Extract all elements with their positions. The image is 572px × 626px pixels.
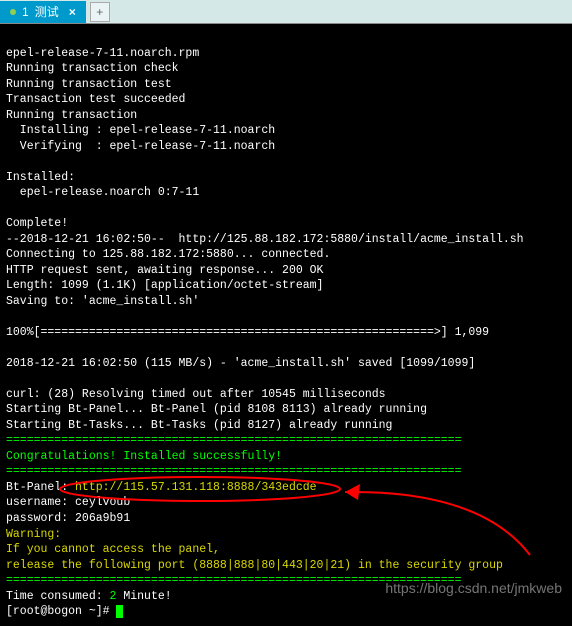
line: epel-release.noarch 0:7-11 [6,186,199,199]
line: Running transaction test [6,78,172,91]
prompt-line: [root@bogon ~]# [6,605,123,618]
password-line: password: 206a9b91 [6,512,130,525]
shell-prompt: [root@bogon ~]# [6,605,116,618]
tab-index: 1 [22,5,29,19]
line: Verifying : epel-release-7-11.noarch [6,140,275,153]
line: epel-release-7-11.noarch.rpm [6,47,199,60]
line: --2018-12-21 16:02:50-- http://125.88.18… [6,233,524,246]
line: HTTP request sent, awaiting response... … [6,264,323,277]
time-line: Time consumed: 2 Minute! [6,590,172,603]
username-value: ceylvoub [75,496,130,509]
line: Connecting to 125.88.182.172:5880... con… [6,248,330,261]
cursor-icon [116,605,123,618]
time-unit: Minute! [116,590,171,603]
tab-title: 测试 [35,3,59,20]
panel-line: Bt-Panel: http://115.57.131.118:8888/343… [6,481,317,494]
watermark: https://blog.csdn.net/jmkweb [385,580,562,596]
line: Running transaction [6,109,137,122]
separator: ========================================… [6,434,461,447]
line: Starting Bt-Panel... Bt-Panel (pid 8108 … [6,403,427,416]
time-label: Time consumed: [6,590,110,603]
congrats-line: Congratulations! Installed successfully! [6,450,282,463]
terminal-output[interactable]: epel-release-7-11.noarch.rpm Running tra… [0,24,572,626]
warning-line: release the following port (8888|888|80|… [6,559,503,572]
line: Installed: [6,171,75,184]
line: 100%[===================================… [6,326,489,339]
status-dot-icon [10,9,16,15]
warning-label: Warning: [6,528,61,541]
line: Installing : epel-release-7-11.noarch [6,124,275,137]
plus-icon: + [96,5,103,19]
line: curl: (28) Resolving timed out after 105… [6,388,386,401]
line: Complete! [6,217,68,230]
panel-label: Bt-Panel: [6,481,75,494]
close-icon[interactable]: × [69,5,76,19]
line: Starting Bt-Tasks... Bt-Tasks (pid 8127)… [6,419,392,432]
line: Running transaction check [6,62,179,75]
panel-url: http://115.57.131.118:8888/343edcde [75,481,317,494]
line: Length: 1099 (1.1K) [application/octet-s… [6,279,323,292]
password-label: password: [6,512,75,525]
password-value: 206a9b91 [75,512,130,525]
warning-line: If you cannot access the panel, [6,543,220,556]
line: 2018-12-21 16:02:50 (115 MB/s) - 'acme_i… [6,357,475,370]
new-tab-button[interactable]: + [90,2,110,22]
tab-bar: 1 测试 × + [0,0,572,24]
separator: ========================================… [6,465,461,478]
line: Transaction test succeeded [6,93,185,106]
username-label: username: [6,496,75,509]
username-line: username: ceylvoub [6,496,130,509]
tab-active[interactable]: 1 测试 × [0,1,86,23]
line: Saving to: 'acme_install.sh' [6,295,199,308]
